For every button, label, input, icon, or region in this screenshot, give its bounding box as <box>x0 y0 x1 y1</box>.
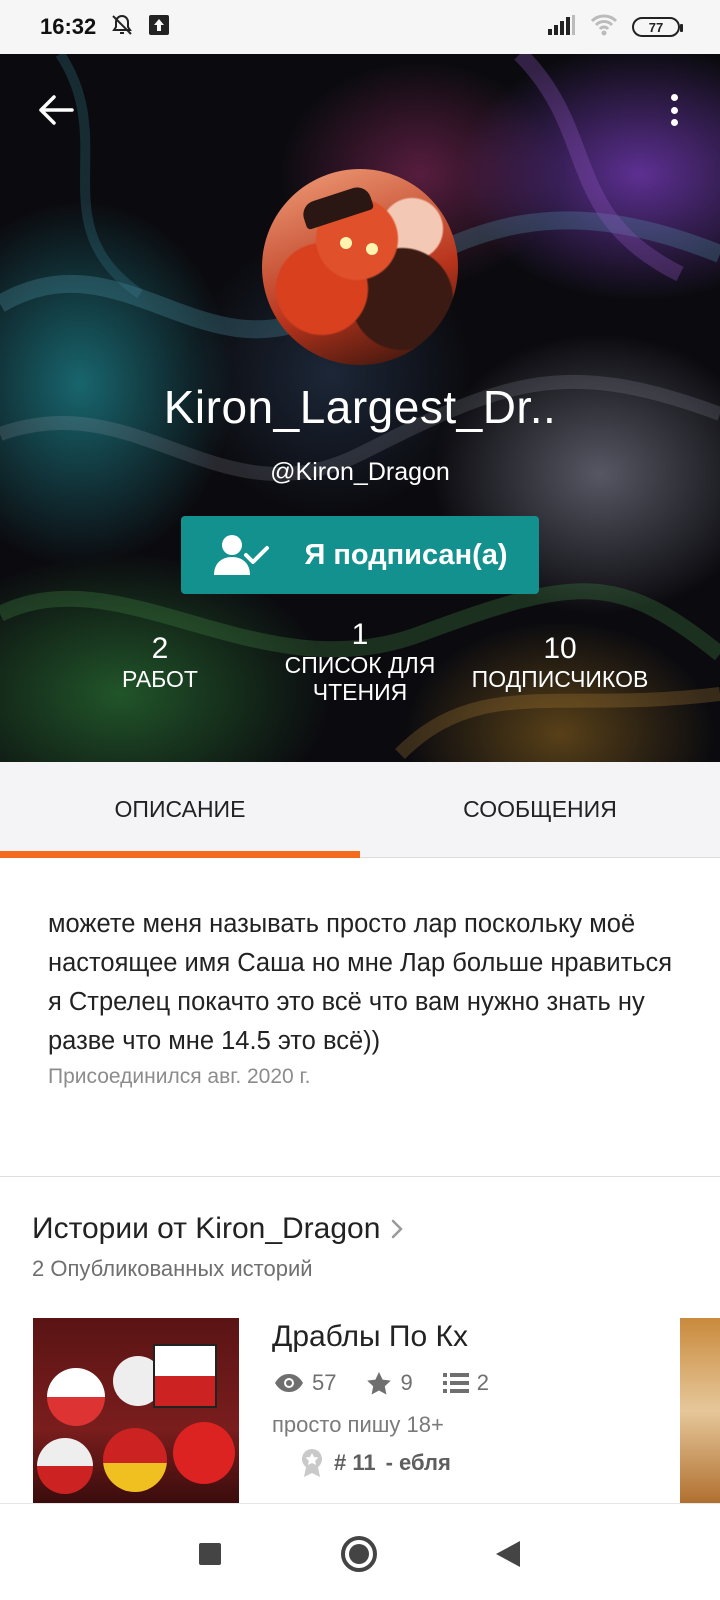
story-title[interactable]: Драблы По Кх <box>272 1320 468 1354</box>
chevron-right-icon <box>392 1219 404 1239</box>
story-rank[interactable]: # 11 - ебля <box>300 1448 451 1478</box>
following-button[interactable]: Я подписан(а) <box>181 516 539 594</box>
battery-icon: 77 <box>632 17 683 37</box>
bell-off-icon <box>110 13 134 42</box>
next-story-cover[interactable] <box>680 1318 720 1503</box>
avatar-hat <box>299 183 375 231</box>
profile-username: @Kiron_Dragon <box>270 458 450 486</box>
story-views-count: 57 <box>312 1370 337 1395</box>
stat-followers-value: 10 <box>543 632 577 665</box>
cover-character <box>103 1428 167 1492</box>
avatar-eye <box>340 237 352 249</box>
tab-about[interactable]: ОПИСАНИЕ <box>0 762 360 858</box>
profile-avatar[interactable] <box>262 169 458 365</box>
stat-reading-lists-label: СПИСОК ДЛЯ ЧТЕНИЯ <box>284 652 436 705</box>
wifi-icon <box>590 14 618 41</box>
status-time: 16:32 <box>40 14 97 39</box>
back-triangle-icon <box>496 1541 520 1567</box>
arrow-left-icon <box>39 95 74 125</box>
story-views: 57 <box>274 1370 336 1396</box>
story-parts: 2 <box>442 1370 489 1396</box>
signal-icon <box>548 14 576 40</box>
story-rank-tag: - ебля <box>385 1450 451 1475</box>
system-nav-bar <box>0 1503 720 1600</box>
following-label: Я подписан(а) <box>304 538 508 571</box>
profile-description: можете меня называть просто лар поскольк… <box>48 910 673 1055</box>
stat-reading-lists-value: 1 <box>351 618 369 651</box>
story-cover-image[interactable] <box>33 1318 239 1503</box>
cover-character <box>37 1438 93 1494</box>
stories-count: 2 Опубликованных историй <box>32 1256 313 1281</box>
stat-works-value: 2 <box>151 632 169 665</box>
star-icon <box>367 1372 392 1395</box>
cover-character <box>47 1368 105 1426</box>
upload-icon <box>148 14 170 41</box>
profile-header: Kiron_Largest_Dr.. @Kiron_Dragon Я подпи… <box>0 54 720 762</box>
story-rank-number: # 11 <box>334 1450 376 1475</box>
list-icon <box>442 1373 469 1393</box>
stat-works-label: РАБОТ <box>122 666 198 692</box>
dot <box>670 106 678 114</box>
cover-character <box>173 1422 235 1484</box>
ribbon-badge-icon <box>302 1449 322 1477</box>
back-nav-button[interactable] <box>486 1532 530 1576</box>
story-parts-count: 2 <box>476 1370 489 1395</box>
home-button[interactable] <box>337 1532 381 1576</box>
story-votes: 9 <box>366 1370 413 1396</box>
stories-section-header[interactable]: Истории от Kiron_Dragon <box>32 1212 404 1246</box>
section-divider <box>0 1176 720 1177</box>
stories-section-title: Истории от Kiron_Dragon <box>32 1212 381 1245</box>
status-bar: 16:32 77 <box>0 0 720 54</box>
stat-followers-label: ПОДПИСЧИКОВ <box>471 666 649 692</box>
stat-followers[interactable]: 10 ПОДПИСЧИКОВ <box>462 630 658 693</box>
dot <box>670 94 678 101</box>
story-votes-count: 9 <box>400 1370 413 1395</box>
avatar-eye <box>366 243 378 255</box>
back-button[interactable] <box>34 88 78 132</box>
battery-level: 77 <box>648 19 664 35</box>
cover-character <box>153 1344 217 1408</box>
tab-messages[interactable]: СООБЩЕНИЯ <box>360 762 720 857</box>
story-description: просто пишу 18+ <box>272 1412 444 1437</box>
profile-display-name: Kiron_Largest_Dr.. <box>163 381 557 433</box>
stat-reading-lists[interactable]: 1 СПИСОК ДЛЯ ЧТЕНИЯ <box>270 618 450 706</box>
more-options-button[interactable] <box>664 88 684 132</box>
dot <box>670 119 678 126</box>
story-stats: 57 9 2 <box>274 1370 509 1396</box>
eye-icon <box>275 1374 303 1392</box>
user-check-icon <box>214 535 270 575</box>
home-circle-icon <box>341 1536 377 1572</box>
stat-works[interactable]: 2 РАБОТ <box>100 630 220 693</box>
recents-square-icon <box>199 1543 221 1565</box>
recents-button[interactable] <box>188 1532 232 1576</box>
join-date: Присоединился авг. 2020 г. <box>48 1065 311 1088</box>
profile-tabs: ОПИСАНИЕ СООБЩЕНИЯ <box>0 762 720 858</box>
